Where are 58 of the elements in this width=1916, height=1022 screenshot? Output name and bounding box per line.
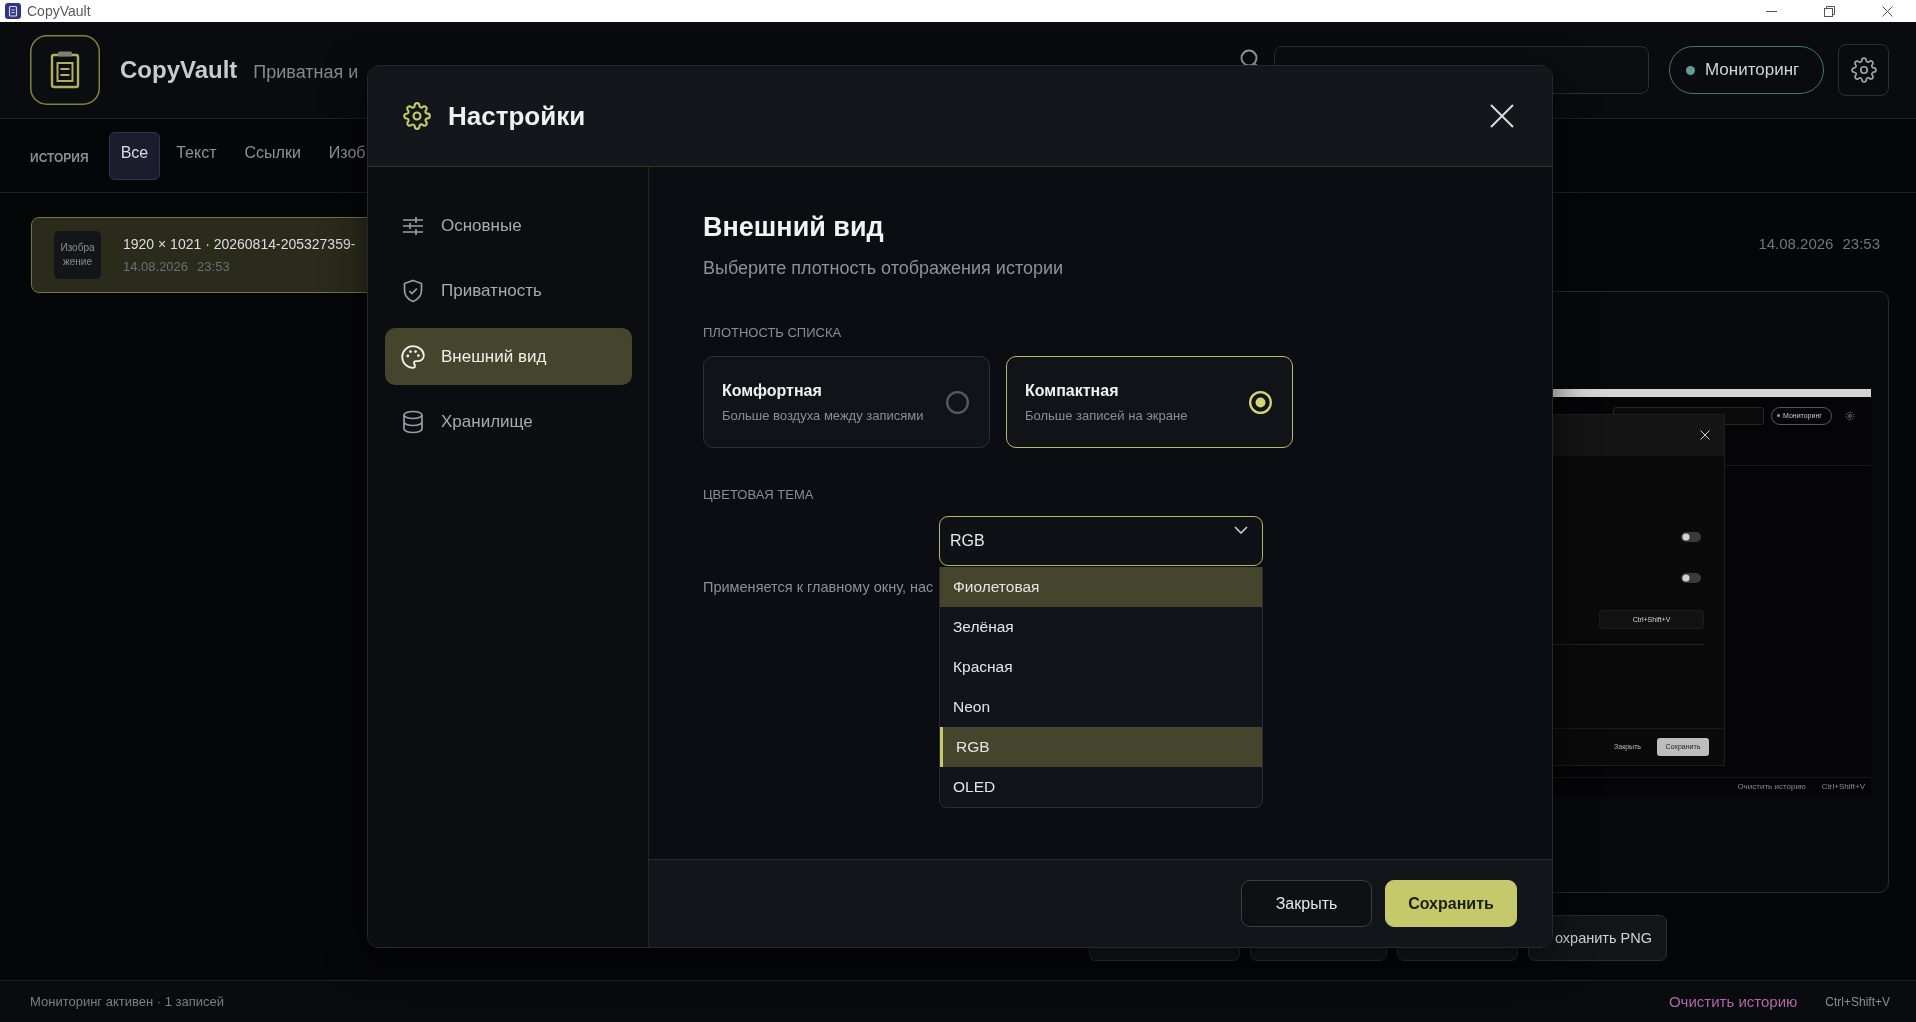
density-option-card[interactable]: Комфортная Больше воздуха между записями — [703, 356, 990, 448]
dialog-title: Настройки — [448, 100, 586, 132]
theme-option[interactable]: Зелёная — [940, 607, 1262, 647]
close-icon — [1881, 5, 1893, 17]
shield-icon — [401, 279, 425, 303]
clear-history-link[interactable]: Очистить историю — [1668, 993, 1798, 1010]
settings-icon — [1850, 57, 1877, 83]
density-label: ПЛОТНОСТЬ СПИСКА — [703, 325, 843, 341]
app-icon — [5, 3, 21, 19]
close-dialog-button[interactable]: Закрыть — [1241, 880, 1372, 927]
density-option-card[interactable]: Компактная Больше записей на экране — [1006, 356, 1293, 448]
restore-icon — [1823, 5, 1835, 17]
entry-title: 1920 × 1021 · 20260814-205327359- — [123, 236, 356, 252]
shortcut-hint: Ctrl+Shift+V — [1825, 994, 1890, 1009]
section-subtitle: Выберите плотность отображения истории — [703, 257, 1065, 279]
theme-option[interactable]: Фиолетовая — [940, 567, 1262, 607]
option-description: Больше записей на экране — [1025, 407, 1189, 424]
settings-button[interactable] — [1838, 44, 1889, 96]
theme-hint: Применяется к главному окну, нас — [703, 578, 934, 596]
minimize-icon — [1765, 10, 1777, 12]
theme-label: ЦВЕТОВАЯ ТЕМА — [703, 487, 815, 503]
theme-select[interactable]: RGB — [939, 516, 1263, 566]
filter-tab[interactable]: Изоб — [316, 131, 378, 180]
clear-history-text: Очистить историю — [1737, 781, 1806, 792]
save-button[interactable]: Сохранить — [1385, 880, 1517, 927]
history-label: ИСТОРИЯ — [30, 150, 89, 165]
capture-time: 23:53 — [1842, 235, 1880, 253]
window-title: CopyVault — [27, 3, 91, 19]
thumbnail-placeholder: Изображение — [54, 231, 101, 279]
clipboard-logo-icon — [30, 35, 100, 105]
close-icon — [1700, 430, 1710, 440]
status-text: Мониторинг активен · 1 записей — [30, 994, 225, 1009]
gear-icon — [1845, 410, 1855, 421]
settings-nav-item[interactable]: Хранилище — [385, 393, 632, 451]
palette-icon — [401, 344, 425, 369]
settings-nav-item[interactable]: Внешний вид — [385, 328, 632, 385]
chevron-down-icon — [1234, 526, 1248, 534]
filter-tab[interactable]: Ссылки — [232, 131, 313, 180]
option-title: Комфортная — [722, 380, 823, 401]
entry-date: 14.08.2026 — [123, 259, 189, 274]
option-description: Больше воздуха между записями — [722, 407, 925, 424]
section-title: Внешний вид — [703, 211, 885, 243]
radio-button[interactable] — [946, 390, 969, 414]
filter-tab[interactable]: Все — [108, 131, 161, 180]
capture-date: 14.08.2026 — [1758, 235, 1834, 253]
option-title: Компактная — [1025, 380, 1120, 401]
close-icon — [1490, 104, 1514, 128]
theme-option[interactable]: OLED — [940, 767, 1262, 807]
app-name: CopyVault — [120, 56, 238, 84]
theme-option[interactable]: RGB — [940, 727, 1262, 767]
theme-option[interactable]: Neon — [940, 687, 1262, 727]
filter-tab[interactable]: Текст — [164, 131, 229, 180]
shortcut-hint: Ctrl+Shift+V — [1821, 781, 1865, 792]
database-icon — [401, 410, 425, 434]
app-tagline: Приватная и — [253, 61, 359, 83]
settings-icon — [403, 102, 431, 130]
entry-time: 23:53 — [197, 259, 230, 274]
theme-option[interactable]: Красная — [940, 647, 1262, 687]
